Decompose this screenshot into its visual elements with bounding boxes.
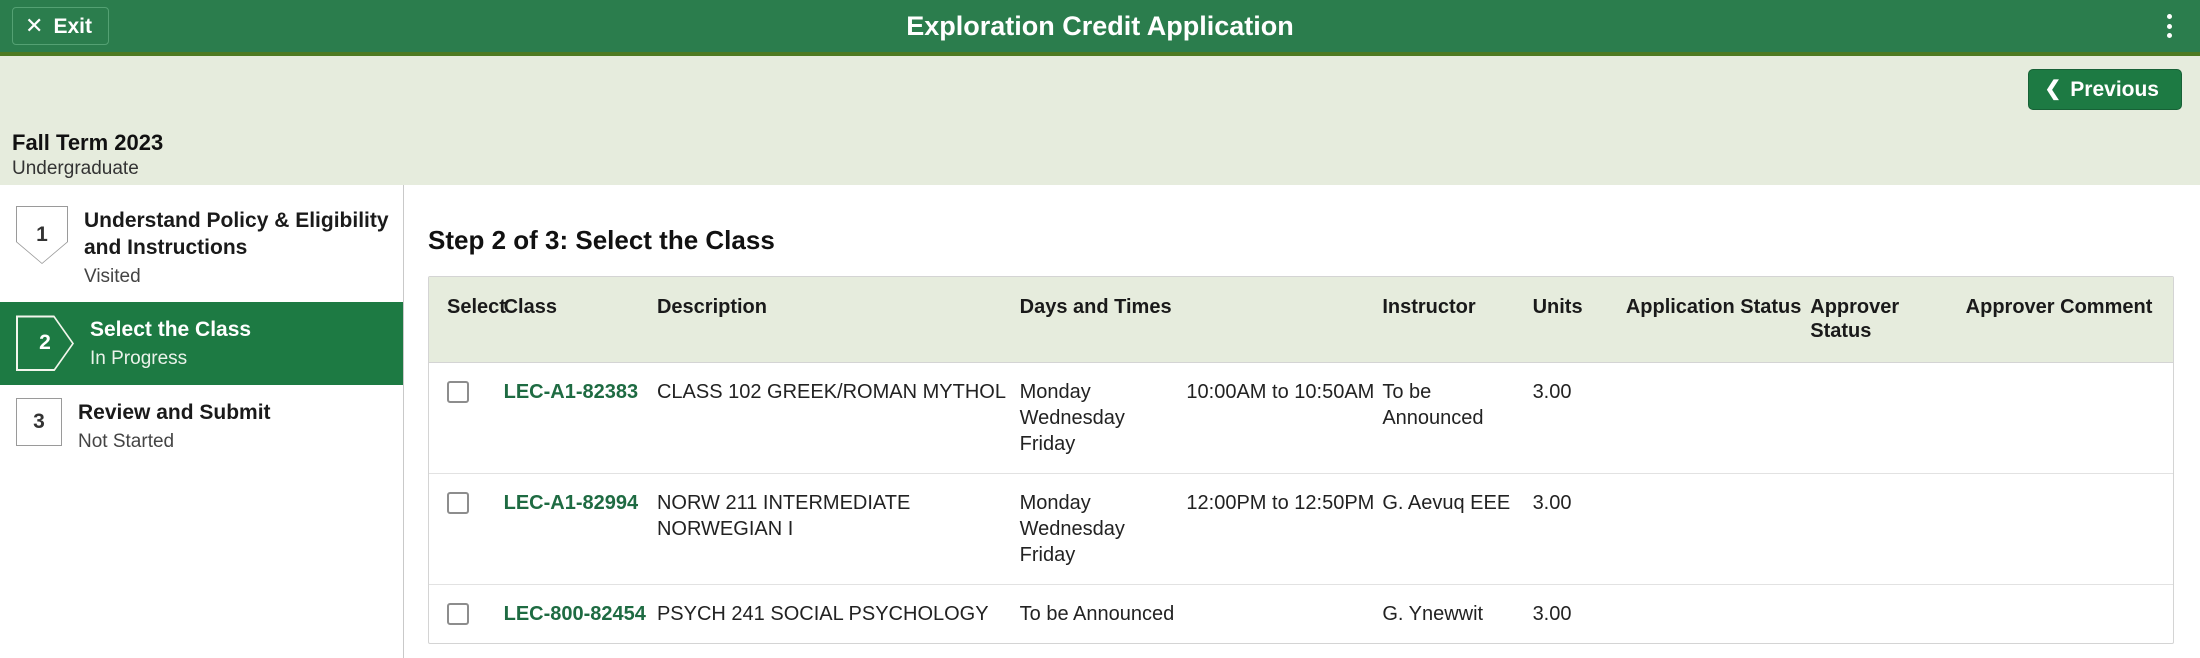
units-cell: 3.00 — [1532, 583, 1626, 643]
term-career: Undergraduate — [12, 157, 139, 179]
class-link[interactable]: LEC-A1-82994 — [504, 492, 639, 514]
table-header-row: Select Class Description Days and Times … — [429, 277, 2173, 363]
times-value: 10:00AM to 10:50AM — [1186, 380, 1375, 403]
chevron-double-left-icon: ❮ — [2044, 78, 2062, 100]
instructor-cell: G. Aevuq EEE — [1382, 472, 1533, 585]
content-heading: Step 2 of 3: Select the Class — [428, 225, 775, 255]
exit-button-label: Exit — [53, 14, 92, 38]
step-3-badge: 3 — [16, 398, 62, 446]
sidebar-step-1[interactable]: 1 Understand Policy & Eligibility and In… — [0, 193, 403, 302]
step-1-badge: 1 — [16, 206, 68, 264]
col-header-instructor: Instructor — [1382, 296, 1476, 318]
select-checkbox[interactable] — [447, 380, 469, 403]
approver-status-cell — [1810, 583, 1966, 643]
class-table-container: Select Class Description Days and Times … — [428, 276, 2174, 644]
application-status-cell — [1625, 583, 1811, 643]
step-3-title: Review and Submit — [78, 401, 271, 424]
previous-button[interactable]: ❮ Previous — [2027, 68, 2182, 110]
col-header-class: Class — [503, 296, 557, 318]
instructor-cell: G. Ynewwit — [1382, 583, 1533, 643]
step-3-status: Not Started — [78, 430, 175, 452]
class-link[interactable]: LEC-A1-82383 — [504, 381, 639, 403]
app-header: ✕ Exit Exploration Credit Application — [0, 0, 2200, 56]
approver-comment-cell — [1965, 472, 2173, 585]
content-area: Step 2 of 3: Select the Class Select Cla… — [404, 185, 2200, 658]
days-value: To be Announced — [1019, 602, 1175, 625]
step-1-title: Understand Policy & Eligibility and Inst… — [84, 209, 389, 259]
description-cell: CLASS 102 GREEK/ROMAN MYTHOL — [656, 361, 1020, 474]
col-header-approver-comment: Approver Comment — [1965, 296, 2153, 318]
table-row: LEC-800-82454 PSYCH 241 SOCIAL PSYCHOLOG… — [429, 583, 2173, 643]
description-cell: PSYCH 241 SOCIAL PSYCHOLOGY — [656, 583, 1020, 643]
col-header-description: Description — [656, 296, 767, 318]
units-cell: 3.00 — [1532, 361, 1626, 474]
days-value: Monday Wednesday Friday — [1019, 380, 1125, 455]
select-checkbox[interactable] — [447, 602, 469, 625]
close-x-icon: ✕ — [25, 13, 44, 38]
previous-button-label: Previous — [2070, 77, 2159, 101]
page-title: Exploration Credit Application — [906, 10, 1294, 41]
application-status-cell — [1625, 472, 1811, 585]
approver-status-cell — [1810, 361, 1966, 474]
col-header-select: Select — [447, 296, 506, 318]
description-cell: NORW 211 INTERMEDIATE NORWEGIAN I — [656, 472, 1020, 585]
application-status-cell — [1625, 361, 1811, 474]
units-cell: 3.00 — [1532, 472, 1626, 585]
approver-comment-cell — [1965, 361, 2173, 474]
term-title: Fall Term 2023 — [12, 130, 164, 156]
step-2-title: Select the Class — [90, 318, 252, 342]
table-row: LEC-A1-82994 NORW 211 INTERMEDIATE NORWE… — [429, 472, 2173, 585]
col-header-days-times: Days and Times — [1019, 296, 1172, 318]
sidebar-step-3[interactable]: 3 Review and Submit Not Started — [0, 385, 403, 468]
step-2-status: In Progress — [90, 348, 188, 370]
col-header-units: Units — [1532, 296, 1583, 318]
kebab-vertical-icon[interactable] — [2156, 11, 2182, 41]
body: 1 Understand Policy & Eligibility and In… — [0, 185, 2200, 658]
term-strip: Fall Term 2023 Undergraduate — [0, 122, 2200, 185]
col-header-application-status: Application Status — [1625, 296, 1802, 318]
table-row: LEC-A1-82383 CLASS 102 GREEK/ROMAN MYTHO… — [429, 361, 2173, 474]
instructor-cell: To be Announced — [1382, 361, 1533, 474]
col-header-approver-status: Approver Status — [1810, 296, 1900, 343]
days-value: Monday Wednesday Friday — [1019, 491, 1125, 566]
step-1-status: Visited — [84, 265, 141, 287]
select-checkbox[interactable] — [447, 491, 469, 514]
step-sidebar: 1 Understand Policy & Eligibility and In… — [0, 185, 404, 658]
times-value: 12:00PM to 12:50PM — [1186, 491, 1375, 514]
action-band: ❮ Previous — [0, 56, 2200, 122]
class-link[interactable]: LEC-800-82454 — [504, 603, 646, 625]
approver-status-cell — [1810, 472, 1966, 585]
exit-button[interactable]: ✕ Exit — [12, 7, 109, 45]
approver-comment-cell — [1965, 583, 2173, 643]
step-1-number: 1 — [36, 223, 48, 246]
class-table: Select Class Description Days and Times … — [429, 277, 2173, 643]
step-3-number: 3 — [33, 410, 45, 433]
sidebar-step-2[interactable]: 2 Select the Class In Progress — [0, 302, 403, 385]
application-page: ✕ Exit Exploration Credit Application ❮ … — [0, 0, 2200, 658]
step-2-number: 2 — [39, 331, 51, 355]
step-2-badge: 2 — [16, 315, 74, 371]
